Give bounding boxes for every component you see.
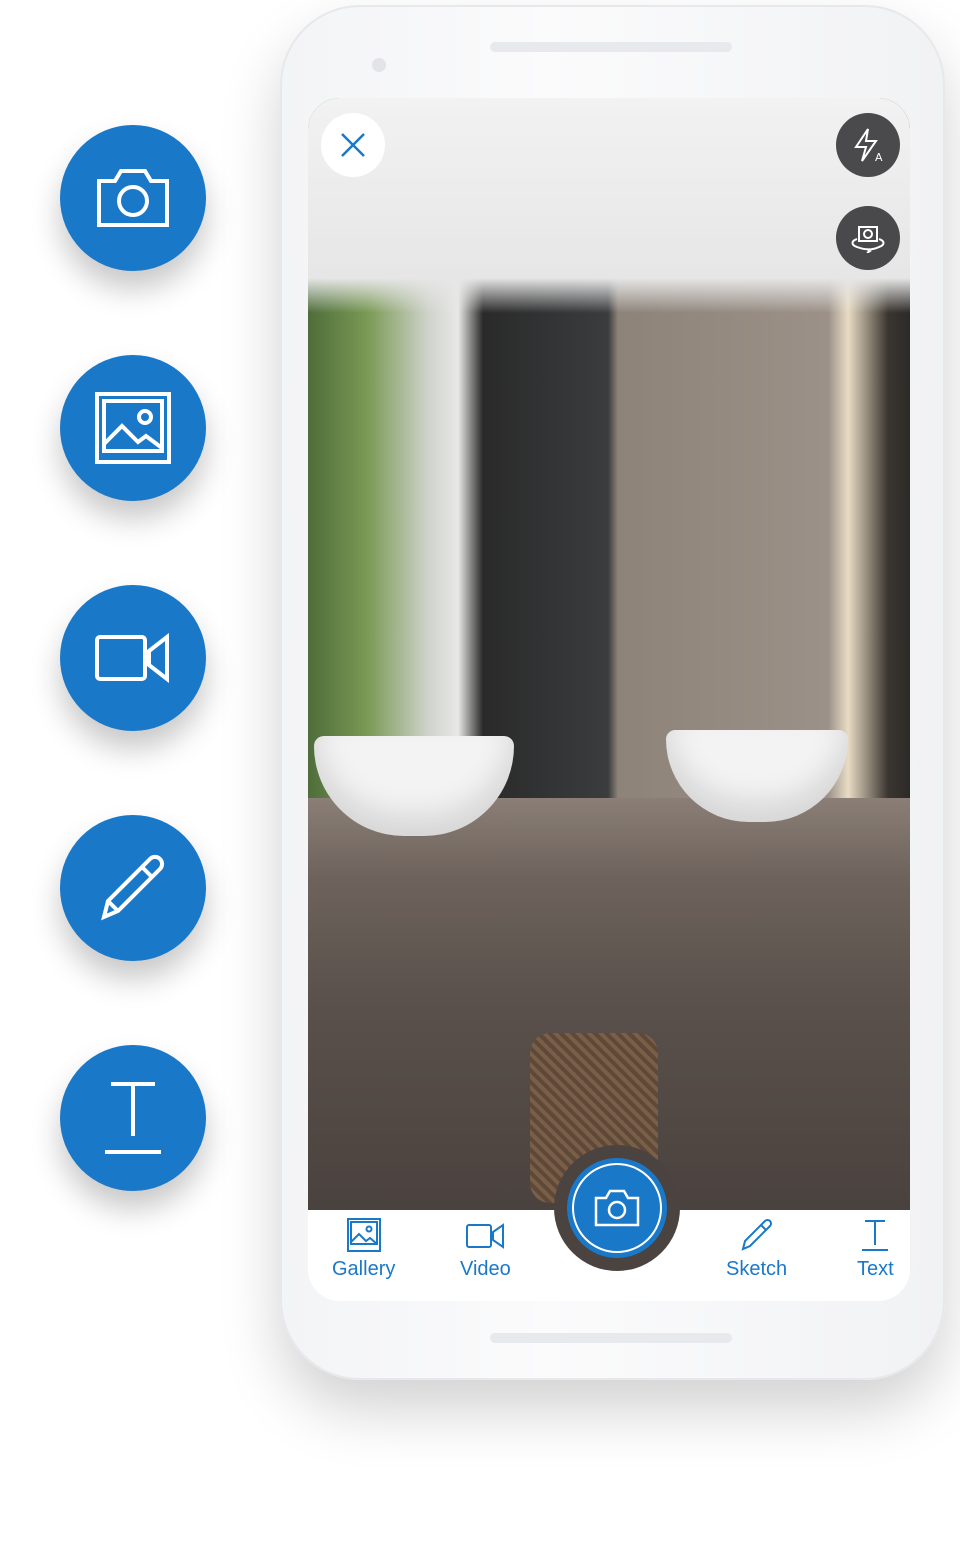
tab-text[interactable]: Text <box>857 1218 894 1281</box>
tab-label: Gallery <box>332 1258 396 1280</box>
video-icon <box>95 633 169 683</box>
video-icon <box>466 1223 505 1249</box>
camera-screen: A Gallery Video Sketch Text <box>308 98 910 1301</box>
shutter-button[interactable] <box>567 1158 667 1258</box>
sketch-action-button[interactable] <box>60 815 206 961</box>
pencil-icon <box>741 1218 772 1251</box>
flash-toggle-button[interactable]: A <box>836 113 900 177</box>
text-icon <box>105 1082 161 1154</box>
tab-sketch[interactable]: Sketch <box>726 1218 787 1281</box>
camera-icon <box>97 169 169 227</box>
gallery-action-button[interactable] <box>60 355 206 501</box>
tab-gallery[interactable]: Gallery <box>332 1218 395 1281</box>
tab-label: Sketch <box>726 1258 788 1280</box>
video-action-button[interactable] <box>60 585 206 731</box>
tab-label: Video <box>460 1258 511 1280</box>
close-icon <box>341 133 365 157</box>
text-icon <box>862 1220 889 1251</box>
pencil-icon <box>101 854 165 921</box>
svg-text:A: A <box>875 151 883 163</box>
image-icon <box>95 392 171 464</box>
close-button[interactable] <box>321 113 385 177</box>
camera-icon <box>594 1189 640 1227</box>
switch-camera-icon <box>851 226 885 253</box>
flash-auto-icon: A <box>854 128 883 163</box>
tab-video[interactable]: Video <box>460 1218 511 1281</box>
tab-label: Text <box>857 1258 894 1280</box>
phone-bottom-bezel <box>490 1333 732 1343</box>
phone-speaker <box>490 42 732 52</box>
image-icon <box>346 1218 381 1252</box>
text-action-button[interactable] <box>60 1045 206 1191</box>
switch-camera-button[interactable] <box>836 206 900 270</box>
camera-action-button[interactable] <box>60 125 206 271</box>
front-camera <box>372 58 386 72</box>
